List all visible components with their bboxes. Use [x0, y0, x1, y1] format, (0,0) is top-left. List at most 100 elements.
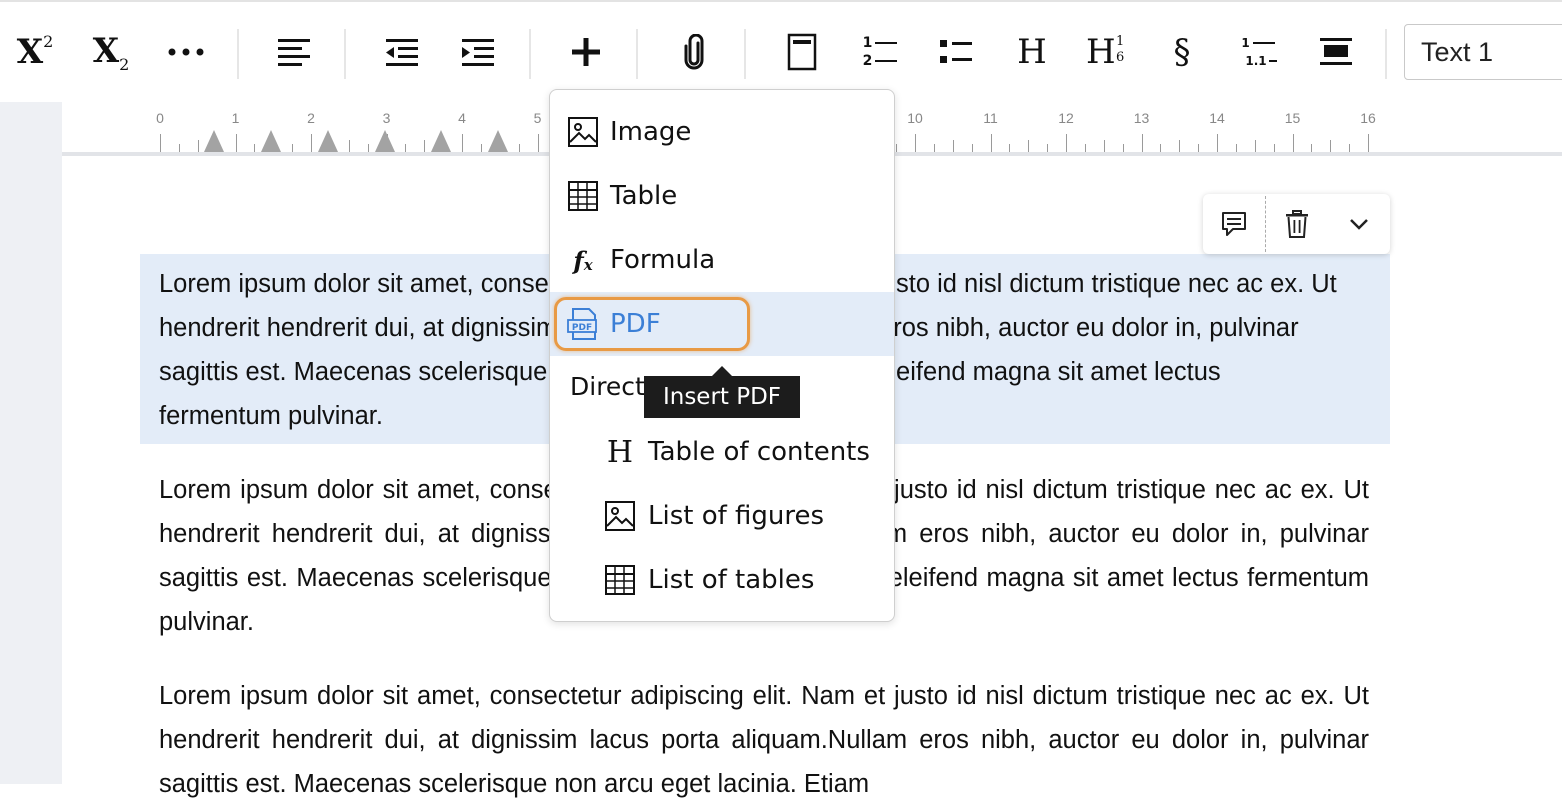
outdent-button[interactable] [380, 24, 424, 80]
paragraph-options-button[interactable] [1328, 194, 1390, 254]
ruler-number: 15 [1284, 110, 1301, 126]
pdf-icon: PDF [566, 307, 600, 341]
ruler-tick [424, 140, 426, 152]
toolbar-divider [1385, 29, 1387, 79]
numbered-list-icon: 1 2 [863, 34, 898, 70]
image-icon [566, 115, 600, 149]
ruler-number: 16 [1360, 110, 1376, 126]
menu-item-label: Table of contents [648, 437, 870, 467]
ruler-tick [1292, 134, 1294, 152]
formatting-toolbar: X2 X2 1 2 H H 1 6 § 1 1.1 Text 1 [0, 2, 1562, 102]
toolbar-divider [344, 29, 346, 79]
header-block-icon [787, 33, 817, 71]
ruler-number: 3 [382, 110, 391, 126]
table-icon [603, 563, 637, 597]
ruler-tick [348, 140, 350, 152]
ruler-tab-stop[interactable] [488, 130, 508, 152]
comment-button[interactable] [1203, 194, 1265, 254]
numbered-heading-button[interactable]: H 1 6 [1084, 24, 1132, 80]
ruler-tick [1311, 144, 1313, 152]
ruler-number: 13 [1133, 110, 1150, 126]
ruler-tick [1235, 144, 1237, 152]
ruler-tick [405, 144, 407, 152]
ruler-tick [235, 134, 237, 152]
ruler-tick [1179, 140, 1181, 152]
ruler-tick [1066, 134, 1067, 152]
ruler-tab-stop[interactable] [431, 130, 451, 152]
ruler-tab-stop[interactable] [261, 130, 281, 152]
ruler-tab-stop[interactable] [204, 130, 224, 152]
numbered-heading-icon: H 1 6 [1086, 32, 1125, 72]
ruler-tick [197, 140, 199, 152]
ruler-number: 11 [983, 110, 998, 126]
heading-button[interactable]: H [1010, 24, 1054, 80]
paperclip-icon [684, 34, 704, 70]
ruler-tick [462, 134, 463, 152]
delete-paragraph-button[interactable] [1266, 194, 1328, 254]
outdent-icon [386, 39, 418, 66]
ruler-tick [1254, 140, 1256, 152]
attach-button[interactable] [672, 24, 716, 80]
menu-item-table-of-contents[interactable]: H Table of contents [550, 420, 894, 484]
menu-item-label: PDF [610, 309, 661, 339]
subscript-icon: X2 [92, 30, 130, 74]
menu-item-formula[interactable]: fx Formula [550, 228, 894, 292]
more-options-button[interactable] [164, 24, 208, 80]
ruler-tick [1349, 144, 1351, 152]
paragraph-style-value: Text 1 [1421, 36, 1494, 67]
formula-icon: fx [573, 245, 593, 275]
indent-button[interactable] [456, 24, 500, 80]
menu-item-pdf[interactable]: PDF PDF [550, 292, 894, 356]
header-block-button[interactable] [780, 24, 824, 80]
ruler-tick [1330, 140, 1332, 152]
ruler-number: 10 [907, 110, 923, 126]
bulleted-list-button[interactable] [934, 24, 978, 80]
ruler-tab-stop[interactable] [375, 130, 395, 152]
ruler-tick [480, 144, 482, 152]
insert-dropdown-menu: Image Table fx Formula PDF PDF Directori… [549, 89, 895, 622]
ruler-tick [1198, 144, 1200, 152]
ruler-tab-stop[interactable] [318, 130, 338, 152]
ruler-tick [160, 134, 161, 152]
ruler-tick [1103, 140, 1105, 152]
page-break-button[interactable] [1314, 24, 1358, 80]
ruler-tick [1084, 144, 1086, 152]
align-button[interactable] [272, 24, 316, 80]
ruler-tick [1141, 134, 1143, 152]
tooltip: Insert PDF [644, 376, 800, 418]
image-icon [603, 499, 637, 533]
section-sign-icon: § [1173, 32, 1191, 72]
ruler-tick [1047, 144, 1049, 152]
page-break-icon [1320, 38, 1352, 65]
multilevel-list-button[interactable]: 1 1.1 [1236, 24, 1282, 80]
ruler-number: 2 [307, 110, 315, 126]
menu-item-list-of-figures[interactable]: List of figures [550, 484, 894, 548]
ruler-tick [990, 134, 992, 152]
menu-item-table[interactable]: Table [550, 164, 894, 228]
superscript-button[interactable]: X2 [12, 24, 58, 80]
menu-item-label: List of tables [648, 565, 815, 595]
ruler-tick [1122, 144, 1124, 152]
table-icon [566, 179, 600, 213]
paragraph-style-select[interactable]: Text 1 [1404, 24, 1562, 80]
heading-icon: H [1017, 32, 1047, 72]
menu-item-image[interactable]: Image [550, 100, 894, 164]
superscript-icon: X2 [16, 31, 54, 72]
more-horizontal-icon [168, 48, 204, 56]
heading-icon: H [606, 434, 634, 470]
paragraph-3[interactable]: Lorem ipsum dolor sit amet, consectetur … [159, 674, 1369, 806]
ruler-number: 1 [231, 110, 240, 126]
indent-icon [462, 39, 494, 66]
ruler-tick [537, 134, 539, 152]
ruler-number: 12 [1058, 110, 1074, 126]
section-button[interactable]: § [1160, 24, 1204, 80]
menu-item-list-of-tables[interactable]: List of tables [550, 548, 894, 612]
ruler-tick [1160, 144, 1162, 152]
insert-button[interactable] [564, 24, 608, 80]
ruler-number: 4 [458, 110, 466, 126]
toolbar-divider [529, 29, 531, 79]
subscript-button[interactable]: X2 [88, 24, 134, 80]
ruler-tick [971, 144, 973, 152]
page-margin-area [0, 102, 62, 784]
numbered-list-button[interactable]: 1 2 [858, 24, 902, 80]
